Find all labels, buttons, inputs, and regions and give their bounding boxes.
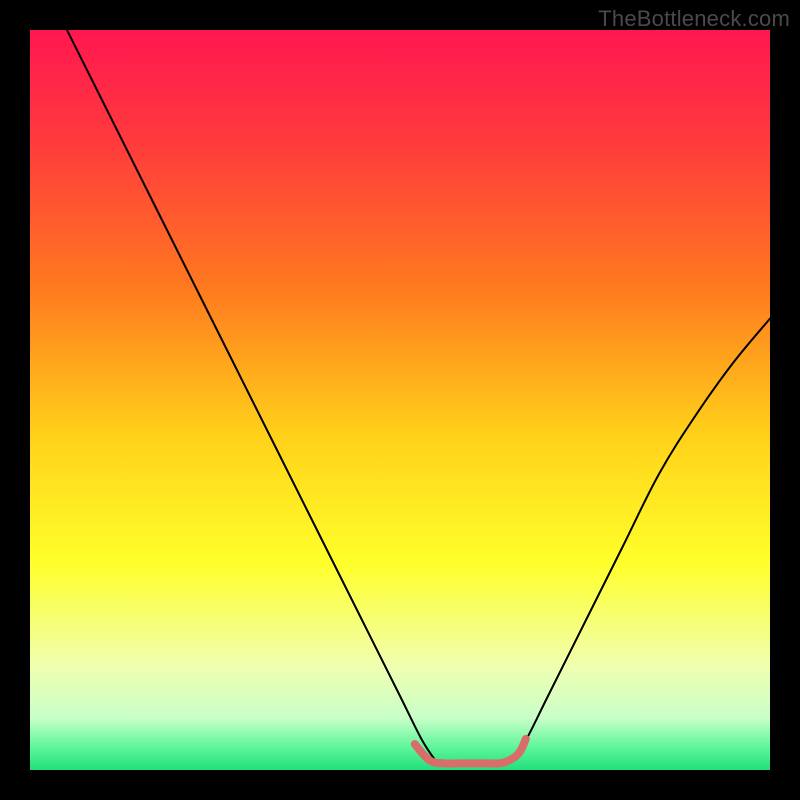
bottleneck-chart [30,30,770,770]
gradient-background [30,30,770,770]
watermark-text: TheBottleneck.com [598,6,790,32]
chart-frame [30,30,770,770]
